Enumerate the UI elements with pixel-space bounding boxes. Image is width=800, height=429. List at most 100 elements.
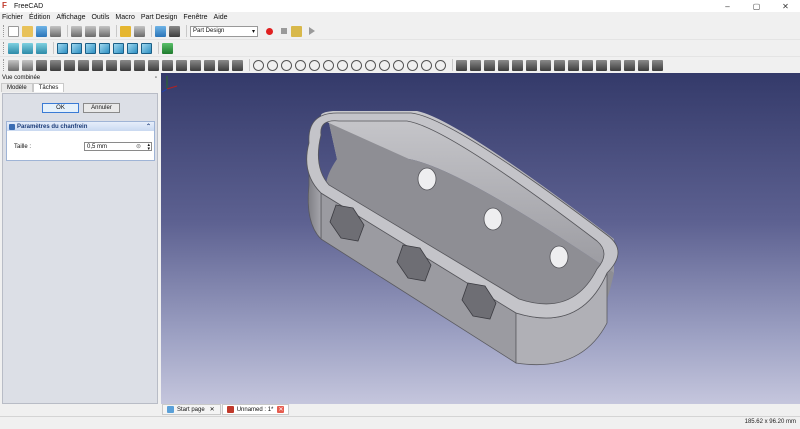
spin-arrows-icon[interactable]: ▴ ▾ xyxy=(147,143,150,152)
draft-icon[interactable] xyxy=(218,59,229,71)
constraint-angle-icon[interactable] xyxy=(624,59,635,71)
sketch-line-icon[interactable] xyxy=(267,59,278,71)
constraint-distance-icon[interactable] xyxy=(596,59,607,71)
view-right-icon[interactable] xyxy=(99,42,110,54)
revolution-icon[interactable] xyxy=(50,59,61,71)
constraint-parallel-icon[interactable] xyxy=(512,59,523,71)
3d-viewport[interactable] xyxy=(161,73,800,404)
undo-icon[interactable] xyxy=(120,25,131,37)
sketch-polygon-icon[interactable] xyxy=(351,59,362,71)
sketch-fillet-icon[interactable] xyxy=(379,59,390,71)
constraint-horizontal-icon[interactable] xyxy=(498,59,509,71)
constraint-tangent-icon[interactable] xyxy=(540,59,551,71)
save-icon[interactable] xyxy=(36,25,47,37)
view-rear-icon[interactable] xyxy=(113,42,124,54)
whats-this-icon[interactable] xyxy=(169,25,180,37)
menu-edition[interactable]: Édition xyxy=(29,14,50,21)
tab-taches[interactable]: Tâches xyxy=(32,83,65,92)
refresh-icon[interactable] xyxy=(155,25,166,37)
chamfer-parameters-header[interactable]: Paramètres du chanfrein ⌃ xyxy=(7,122,154,131)
collapse-icon[interactable]: ⌃ xyxy=(146,123,151,130)
sketch-slot-icon[interactable] xyxy=(365,59,376,71)
additive-loft-icon[interactable] xyxy=(64,59,75,71)
hole-icon[interactable] xyxy=(120,59,131,71)
sketch-point-icon[interactable] xyxy=(253,59,264,71)
sketch-external-icon[interactable] xyxy=(421,59,432,71)
ok-button[interactable]: OK xyxy=(42,103,79,113)
part-icon[interactable] xyxy=(22,59,33,71)
sketch-extend-icon[interactable] xyxy=(407,59,418,71)
pad-icon[interactable] xyxy=(36,59,47,71)
tab-unnamed[interactable]: Unnamed : 1* ✕ xyxy=(221,404,290,415)
body-icon[interactable] xyxy=(8,59,19,71)
print-icon[interactable] xyxy=(50,25,61,37)
open-folder-icon[interactable] xyxy=(22,25,33,37)
sketch-trim-icon[interactable] xyxy=(393,59,404,71)
undock-icon[interactable]: ▫ xyxy=(155,75,157,81)
additive-primitive-icon[interactable] xyxy=(92,59,103,71)
paste-icon[interactable] xyxy=(99,25,110,37)
chamfer-icon[interactable] xyxy=(204,59,215,71)
sketch-conic-icon[interactable] xyxy=(309,59,320,71)
view-isometric-icon[interactable] xyxy=(57,42,68,54)
macro-record-icon[interactable] xyxy=(266,27,273,35)
constraint-perpendicular-icon[interactable] xyxy=(526,59,537,71)
constraint-symmetric-icon[interactable] xyxy=(568,59,579,71)
close-button[interactable]: ✕ xyxy=(771,0,800,12)
subtractive-pipe-icon[interactable] xyxy=(162,59,173,71)
sketch-bspline-icon[interactable] xyxy=(323,59,334,71)
thickness-icon[interactable] xyxy=(232,59,243,71)
cancel-button[interactable]: Annuler xyxy=(83,103,120,113)
fit-all-icon[interactable] xyxy=(8,42,19,54)
menu-aide[interactable]: Aide xyxy=(214,14,228,21)
sketch-circle-icon[interactable] xyxy=(295,59,306,71)
measure-icon[interactable] xyxy=(162,42,173,54)
subtractive-primitive-icon[interactable] xyxy=(176,59,187,71)
additive-pipe-icon[interactable] xyxy=(78,59,89,71)
macro-stop-icon[interactable] xyxy=(281,28,287,34)
sketch-polyline-icon[interactable] xyxy=(281,59,292,71)
close-icon[interactable]: ✕ xyxy=(277,406,285,413)
pocket-icon[interactable] xyxy=(106,59,117,71)
close-icon[interactable]: ✕ xyxy=(209,406,216,413)
fillet-icon[interactable] xyxy=(190,59,201,71)
groove-icon[interactable] xyxy=(134,59,145,71)
cut-icon[interactable] xyxy=(71,25,82,37)
fit-selection-icon[interactable] xyxy=(22,42,33,54)
view-sketch-icon[interactable] xyxy=(652,59,663,71)
size-field[interactable]: 0,5 mm ⊜ ▴ ▾ xyxy=(84,142,152,152)
macro-edit-icon[interactable] xyxy=(291,25,302,37)
copy-icon[interactable] xyxy=(85,25,96,37)
menu-fichier[interactable]: Fichier xyxy=(2,14,23,21)
minimize-button[interactable]: – xyxy=(713,0,742,12)
menu-part-design[interactable]: Part Design xyxy=(141,14,178,21)
tab-modele[interactable]: Modèle xyxy=(1,83,33,92)
view-left-icon[interactable] xyxy=(141,42,152,54)
expression-icon[interactable]: ⊜ xyxy=(136,143,141,150)
sketch-rectangle-icon[interactable] xyxy=(337,59,348,71)
macro-run-icon[interactable] xyxy=(309,27,315,35)
new-document-icon[interactable] xyxy=(8,25,19,37)
toggle-constraint-icon[interactable] xyxy=(638,59,649,71)
menu-macro[interactable]: Macro xyxy=(115,14,134,21)
sketch-construction-icon[interactable] xyxy=(435,59,446,71)
draw-style-icon[interactable] xyxy=(36,42,47,54)
constraint-vertical-icon[interactable] xyxy=(484,59,495,71)
toolbar-grip[interactable] xyxy=(3,59,6,71)
menu-fenetre[interactable]: Fenêtre xyxy=(183,14,207,21)
workbench-dropdown[interactable]: Part Design ▾ xyxy=(190,25,258,37)
constraint-lock-icon[interactable] xyxy=(582,59,593,71)
toolbar-grip[interactable] xyxy=(3,42,6,54)
maximize-button[interactable]: ▢ xyxy=(742,0,771,12)
constraint-radius-icon[interactable] xyxy=(610,59,621,71)
constraint-point-on-object-icon[interactable] xyxy=(470,59,481,71)
constraint-coincident-icon[interactable] xyxy=(456,59,467,71)
constraint-equal-icon[interactable] xyxy=(554,59,565,71)
subtractive-loft-icon[interactable] xyxy=(148,59,159,71)
tab-start-page[interactable]: Start page ✕ xyxy=(162,404,221,415)
redo-icon[interactable] xyxy=(134,25,145,37)
toolbar-grip[interactable] xyxy=(3,25,6,37)
view-bottom-icon[interactable] xyxy=(127,42,138,54)
menu-outils[interactable]: Outils xyxy=(91,14,109,21)
view-front-icon[interactable] xyxy=(71,42,82,54)
